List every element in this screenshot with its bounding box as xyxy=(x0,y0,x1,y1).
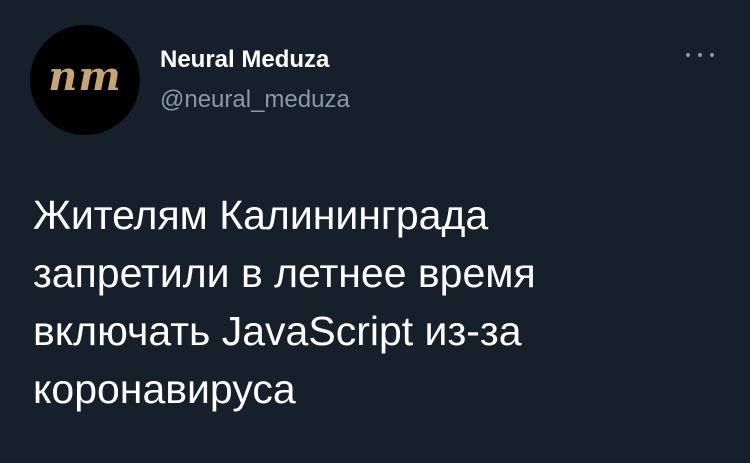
more-dot xyxy=(698,53,702,57)
display-name[interactable]: Neural Meduza xyxy=(160,46,329,74)
more-dot xyxy=(686,53,690,57)
more-dot xyxy=(710,53,714,57)
tweet-card: nm Neural Meduza @neural_meduza Жителям … xyxy=(0,0,750,463)
avatar[interactable]: nm xyxy=(30,25,140,135)
more-horizontal-icon[interactable] xyxy=(686,50,714,60)
tweet-text: Жителям Калининграда запретили в летнее … xyxy=(33,192,536,412)
user-handle[interactable]: @neural_meduza xyxy=(160,86,350,114)
avatar-logo: nm xyxy=(48,53,122,100)
